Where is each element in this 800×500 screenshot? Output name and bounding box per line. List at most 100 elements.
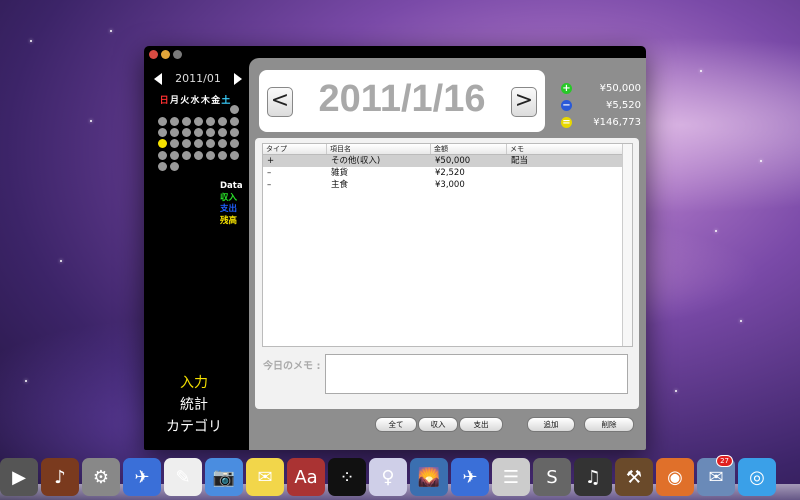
add-button[interactable]: 追加 [527, 417, 575, 432]
simulator-icon[interactable]: S [533, 458, 571, 496]
calendar-cell [180, 127, 192, 138]
dock-icons: ▶ ♪ ⚙ ✈ ✎ 📷 ✉ Aa ⁘ ♀ 🌄 ✈ ☰ S ♫ ⚒ ◉ ✉ 27 ◎ [0, 455, 776, 496]
filter-all-button[interactable]: 全て [375, 417, 417, 432]
calendar-day-21[interactable] [217, 139, 227, 149]
calendar-day-3[interactable] [169, 116, 179, 126]
calendar-day-27[interactable] [205, 150, 215, 160]
calendar-day-9[interactable] [157, 127, 167, 137]
prev-month-button[interactable] [154, 72, 162, 85]
table-row[interactable]: – 雑貨 ¥2,520 [263, 167, 632, 179]
calendar-day-25[interactable] [181, 150, 191, 160]
nav-stats[interactable]: 統計 [144, 394, 244, 416]
calendar-cell [204, 161, 216, 172]
cell-memo [507, 167, 628, 179]
xcode-icon[interactable]: ✈ [123, 458, 161, 496]
nav-category[interactable]: カテゴリ [144, 416, 244, 438]
calendar-day-18[interactable] [181, 139, 191, 149]
calendar-day-5[interactable] [193, 116, 203, 126]
system-preferences-icon[interactable]: ⚙ [82, 458, 120, 496]
calendar-cell [180, 104, 192, 115]
legend-income: 収入 [220, 192, 238, 203]
close-button[interactable] [149, 50, 158, 59]
mail-icon[interactable]: ✉ 27 [697, 455, 735, 496]
calendar-cell [168, 150, 180, 161]
calendar-week [156, 127, 240, 138]
iphoto-icon[interactable]: 🌄 [410, 458, 448, 496]
legend-balance: 残高 [220, 215, 238, 226]
table-row[interactable]: + その他(収入) ¥50,000 配当 [263, 155, 632, 167]
calendar-cell [168, 138, 180, 149]
finder-ish-icon[interactable]: ♀ [369, 458, 407, 496]
calendar-cell [216, 138, 228, 149]
calendar-day-10[interactable] [169, 127, 179, 137]
firefox-icon[interactable]: ◉ [656, 458, 694, 496]
delete-button[interactable]: 削除 [584, 417, 634, 432]
preview-icon[interactable]: 📷 [205, 458, 243, 496]
calendar-day-22[interactable] [229, 139, 239, 149]
table-row[interactable]: – 主食 ¥3,000 [263, 179, 632, 191]
calendar-day-30[interactable] [157, 162, 167, 172]
calendar-day-2[interactable] [157, 116, 167, 126]
calendar-day-23[interactable] [157, 150, 167, 160]
calendar-day-24[interactable] [169, 150, 179, 160]
calendar-day-31[interactable] [169, 162, 179, 172]
col-type[interactable]: タイプ [263, 144, 327, 154]
calendar-cell [180, 150, 192, 161]
calendar-cell [204, 115, 216, 126]
memo-field[interactable] [325, 354, 628, 394]
calendar-cell [156, 138, 168, 149]
table-body: + その他(収入) ¥50,000 配当 – 雑貨 ¥2,520 – 主食 ¥3,000 [263, 155, 632, 191]
calendar-day-28[interactable] [217, 150, 227, 160]
filter-expense-button[interactable]: 支出 [459, 417, 503, 432]
cell-amount: ¥50,000 [435, 156, 471, 166]
calendar-day-14[interactable] [217, 127, 227, 137]
month-navigator: 2011/01 [154, 72, 242, 85]
calendar-cell [156, 161, 168, 172]
zoom-button[interactable] [173, 50, 182, 59]
calendar-day-26[interactable] [193, 150, 203, 160]
guitar-icon[interactable]: ♪ [41, 458, 79, 496]
window-controls [149, 50, 182, 59]
calendar-day-6[interactable] [205, 116, 215, 126]
stack-icon[interactable]: ▶ [0, 458, 38, 496]
stickies-icon[interactable]: ✉ [246, 458, 284, 496]
textedit-icon[interactable]: ✎ [164, 458, 202, 496]
col-amount[interactable]: 金額 [431, 144, 507, 154]
calendar-day-15[interactable] [229, 127, 239, 137]
calendar-day-19[interactable] [193, 139, 203, 149]
total-balance: ¥146,773 [593, 117, 641, 128]
calendar-day-16[interactable] [157, 139, 167, 149]
table-scrollbar[interactable] [622, 144, 632, 346]
total-expense: ¥5,520 [606, 100, 641, 111]
calendar-day-12[interactable] [193, 127, 203, 137]
utility-icon[interactable]: ⚒ [615, 458, 653, 496]
safari-icon[interactable]: ◎ [738, 458, 776, 496]
calendar-day-4[interactable] [181, 116, 191, 126]
calendar-day-17[interactable] [169, 139, 179, 149]
calendar-day-8[interactable] [229, 116, 239, 126]
totals: + ¥50,000 − ¥5,520 = ¥146,773 [561, 80, 641, 131]
calendar-cell [204, 127, 216, 138]
app-dots-icon[interactable]: ⁘ [328, 458, 366, 496]
minimize-button[interactable] [161, 50, 170, 59]
calendar-day-1[interactable] [229, 105, 239, 115]
month-label: 2011/01 [175, 72, 221, 85]
col-item[interactable]: 項目名 [327, 144, 431, 154]
prev-day-button[interactable]: < [267, 87, 293, 117]
xcode2-icon[interactable]: ✈ [451, 458, 489, 496]
calendar-day-29[interactable] [229, 150, 239, 160]
dictionary-icon[interactable]: Aa [287, 458, 325, 496]
cell-type: + [267, 156, 275, 166]
col-memo[interactable]: メモ [507, 144, 628, 154]
calendar-day-13[interactable] [205, 127, 215, 137]
table-header: タイプ 項目名 金額 メモ [263, 144, 632, 155]
calendar-day-20[interactable] [205, 139, 215, 149]
filter-income-button[interactable]: 収入 [418, 417, 458, 432]
next-month-button[interactable] [233, 72, 242, 85]
calendar-day-11[interactable] [181, 127, 191, 137]
ipod-icon[interactable]: ♫ [574, 458, 612, 496]
next-day-button[interactable]: > [511, 87, 537, 117]
calendar-day-7[interactable] [217, 116, 227, 126]
solution-menu-icon[interactable]: ☰ [492, 458, 530, 496]
nav-input[interactable]: 入力 [144, 372, 244, 394]
